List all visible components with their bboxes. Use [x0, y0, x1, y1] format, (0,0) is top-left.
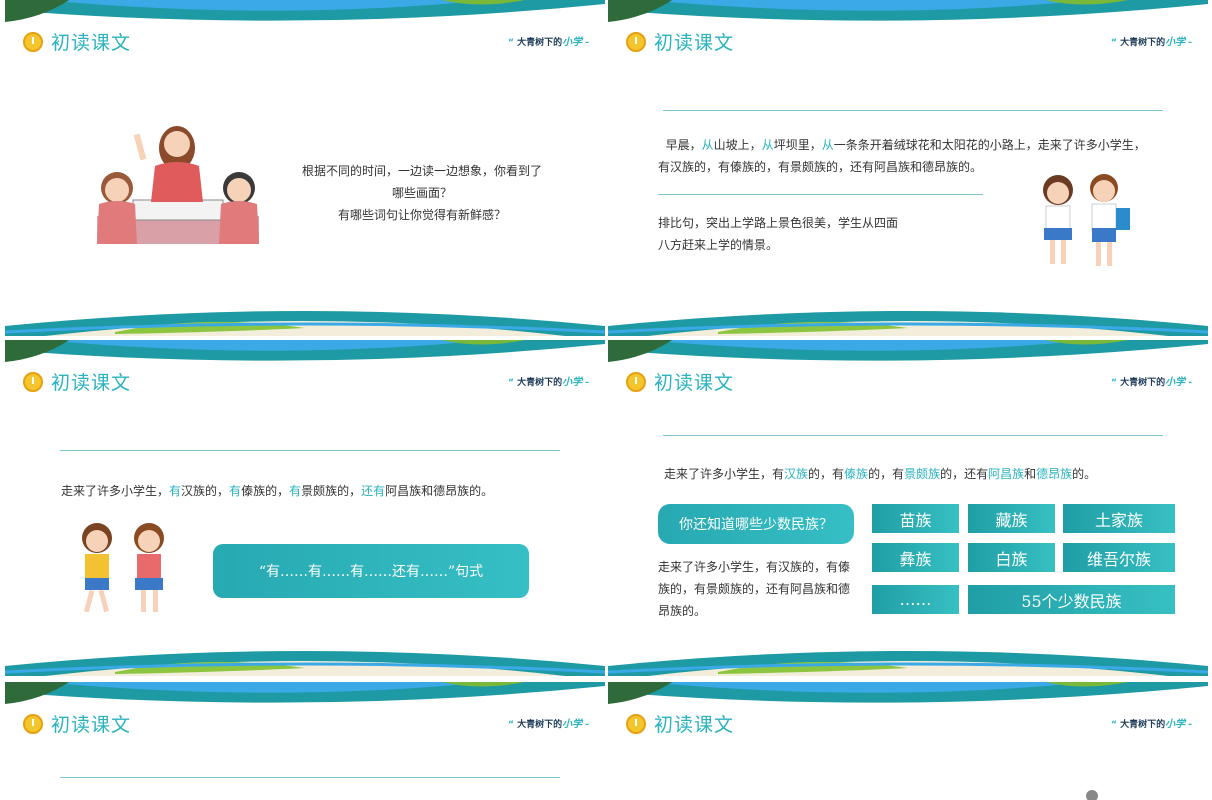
brand-accent: 小学	[562, 377, 583, 388]
brand-logo: “ 大青树下的小学 -	[508, 37, 589, 48]
prompt-text: 根据不同的时间，一边读一边想象，你看到了 哪些画面？ 有哪些词句让你觉得有新鲜感…	[287, 160, 557, 226]
brand-accent: 小学	[562, 719, 583, 730]
prompt-line-2: 哪些画面？	[391, 186, 452, 200]
top-banner-decoration	[608, 0, 1208, 22]
clock-icon	[626, 371, 646, 392]
section-header: 初读课文	[626, 28, 734, 55]
analysis-note: 排比句，突出上学路上景色很美，学生从四面 八方赶来上学的情景。	[658, 212, 958, 256]
brand-text: 大青树下的	[1120, 720, 1166, 730]
divider-top	[663, 435, 1163, 436]
ethnic-tile: 白族	[968, 543, 1055, 572]
running-kids-illustration	[82, 523, 164, 613]
ethnic-tile: 藏族	[968, 504, 1055, 533]
ethnic-tile: 维吾尔族	[1063, 543, 1175, 572]
illustration-fragment	[1086, 790, 1098, 800]
slide-3[interactable]: 初读课文 “ 大青树下的小学 - 走来了许多小学生，有汉族的，有傣族的，有景颇族…	[5, 340, 605, 676]
teacher-students-illustration	[97, 126, 259, 244]
body-line-1: 走来了许多小学生，有汉族的，有傣	[658, 560, 851, 574]
divider-top	[663, 110, 1163, 111]
top-banner-decoration	[5, 0, 605, 22]
clock-icon	[23, 31, 43, 52]
body-text: 走来了许多小学生，有汉族的，有傣 族的，有景颇族的，还有阿昌族和德 昂族的。	[658, 556, 868, 622]
section-title: 初读课文	[51, 714, 132, 736]
top-banner-decoration	[608, 682, 1208, 704]
brand-text: 大青树下的	[1120, 38, 1166, 48]
brand-accent: 小学	[1165, 37, 1186, 48]
ethnic-tile-summary: 55个少数民族	[968, 585, 1175, 614]
sentence-text: 走来了许多小学生，有汉族的，有傣族的，有景颇族的，还有阿昌族和德昂族的。	[61, 484, 494, 498]
clock-icon	[23, 713, 43, 734]
prompt-line-3: 有哪些词句让你觉得有新鲜感？	[337, 208, 506, 222]
slide-5[interactable]: 初读课文 “ 大青树下的小学 -	[5, 682, 605, 800]
brand-text: 大青树下的	[517, 378, 563, 388]
section-title: 初读课文	[654, 714, 735, 736]
bottom-banner-decoration	[608, 311, 1208, 336]
note-line-2: 八方赶来上学的情景。	[658, 238, 779, 252]
ethnic-tile: 彝族	[872, 543, 959, 572]
note-line-1: 排比句，突出上学路上景色很美，学生从四面	[658, 216, 899, 230]
clock-icon	[626, 713, 646, 734]
top-banner-decoration	[5, 682, 605, 704]
clock-icon	[626, 31, 646, 52]
brand-logo: “ 大青树下的小学 -	[508, 719, 589, 730]
brand-text: 大青树下的	[1120, 378, 1166, 388]
brand-text: 大青树下的	[517, 38, 563, 48]
slide-grid: 初读课文 “ 大青树下的小学 - 根据不同的时间，一边读一边想象，你看到了 哪些…	[0, 0, 1212, 800]
section-title: 初读课文	[654, 372, 735, 394]
bottom-banner-decoration	[5, 311, 605, 336]
slide-1[interactable]: 初读课文 “ 大青树下的小学 - 根据不同的时间，一边读一边想象，你看到了 哪些…	[5, 0, 605, 336]
ethnic-tile: 苗族	[872, 504, 959, 533]
top-banner-decoration	[5, 340, 605, 362]
question-badge: 你还知道哪些少数民族？	[658, 504, 854, 544]
prompt-line-1: 根据不同的时间，一边读一边想象，你看到了	[301, 164, 542, 178]
schoolkids-illustration	[1043, 174, 1130, 266]
brand-logo: “ 大青树下的小学 -	[1111, 719, 1192, 730]
bottom-banner-decoration	[5, 651, 605, 676]
bottom-banner-decoration	[608, 651, 1208, 676]
section-header: 初读课文	[23, 28, 131, 55]
section-title: 初读课文	[51, 32, 132, 54]
divider-mid	[658, 194, 983, 195]
section-title: 初读课文	[51, 372, 132, 394]
passage-line-1: 早晨，从山坡上，从坪坝里，从一条条开着绒球花和太阳花的小路上，走来了许多小学生，	[665, 138, 1146, 152]
ethnic-tile: 土家族	[1063, 504, 1175, 533]
section-header: 初读课文	[23, 368, 131, 395]
brand-accent: 小学	[1165, 377, 1186, 388]
section-header: 初读课文	[626, 710, 734, 737]
section-title: 初读课文	[654, 32, 735, 54]
body-line-3: 昂族的。	[658, 604, 707, 618]
sentence-text: 走来了许多小学生，有汉族的，有傣族的，有景颇族的，还有阿昌族和德昂族的。	[664, 467, 1097, 481]
brand-accent: 小学	[1165, 719, 1186, 730]
brand-accent: 小学	[562, 37, 583, 48]
divider-top	[60, 450, 560, 451]
section-header: 初读课文	[626, 368, 734, 395]
divider-top	[60, 777, 560, 778]
brand-text: 大青树下的	[517, 720, 563, 730]
clock-icon	[23, 371, 43, 392]
slide-6[interactable]: 初读课文 “ 大青树下的小学 -	[608, 682, 1208, 800]
brand-logo: “ 大青树下的小学 -	[1111, 377, 1192, 388]
slide-4[interactable]: 初读课文 “ 大青树下的小学 - 走来了许多小学生，有汉族的，有傣族的，有景颇族…	[608, 340, 1208, 676]
ethnic-tile: ……	[872, 585, 959, 614]
section-header: 初读课文	[23, 710, 131, 737]
brand-logo: “ 大青树下的小学 -	[508, 377, 589, 388]
body-line-2: 族的，有景颇族的，还有阿昌族和德	[658, 582, 851, 596]
brand-logo: “ 大青树下的小学 -	[1111, 37, 1192, 48]
sentence-pattern-badge: “有……有……有……还有……”句式	[213, 544, 529, 598]
slide-2[interactable]: 初读课文 “ 大青树下的小学 - 早晨，从山坡上，从坪坝里，从一条条开着绒球花和…	[608, 0, 1208, 336]
top-banner-decoration	[608, 340, 1208, 362]
